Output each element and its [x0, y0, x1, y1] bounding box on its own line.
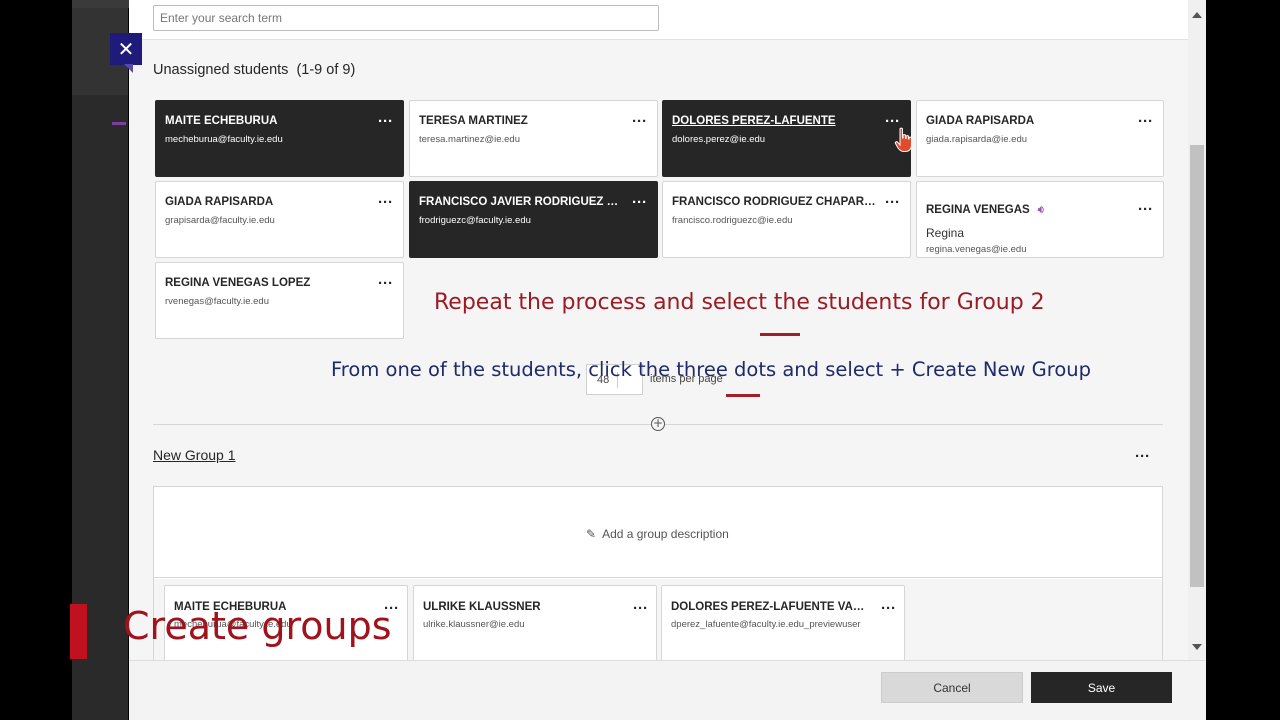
student-card[interactable]: REGINA VENEGAS LOPEZ rvenegas@faculty.ie… [155, 262, 404, 339]
vertical-scrollbar[interactable] [1188, 0, 1206, 660]
group-description-area: ✎ Add a group description [154, 487, 1162, 578]
more-dots-icon[interactable]: ··· [378, 276, 393, 291]
student-card[interactable]: MAITE ECHEBURUA mecheburua@faculty.ie.ed… [155, 100, 404, 177]
search-input[interactable] [153, 5, 659, 31]
more-dots-icon[interactable]: ··· [378, 114, 393, 129]
unassigned-count: (1-9 of 9) [296, 62, 356, 78]
instruction-caption-2: From one of the students, click the thre… [331, 358, 1092, 381]
student-name: REGINA VENEGAS LOPEZ [165, 277, 311, 289]
more-dots-icon[interactable]: ··· [885, 114, 900, 129]
save-button[interactable]: Save [1031, 672, 1172, 703]
student-card[interactable]: FRANCISCO JAVIER RODRÍGUEZ CHAPARRO frod… [409, 181, 658, 258]
pencil-icon: ✎ [586, 527, 597, 541]
scroll-up-arrow-icon[interactable] [1192, 12, 1202, 18]
student-card[interactable]: REGINA VENEGAS 🔉︎ Regina regina.venegas@i… [916, 181, 1164, 258]
student-card[interactable]: GIADA RAPISARDA giada.rapisarda@ie.edu ·… [916, 100, 1164, 177]
student-email: regina.venegas@ie.edu [926, 244, 1027, 255]
close-icon[interactable]: ✕ [110, 33, 142, 65]
student-email: rvenegas@faculty.ie.edu [165, 296, 269, 307]
group-title[interactable]: New Group 1 [153, 447, 235, 463]
student-name: REGINA VENEGAS [926, 204, 1030, 216]
student-email: dolores.perez@ie.edu [672, 134, 766, 145]
add-description-label: Add a group description [602, 527, 729, 541]
member-card[interactable]: DOLORES PEREZ-LAFUENTE VARELA-CID dperez… [661, 585, 905, 660]
member-name: ULRIKE KLAUSSNER [423, 601, 541, 613]
student-card[interactable]: DOLORES PEREZ-LAFUENTE dolores.perez@ie.… [662, 100, 911, 177]
panel-scroll-area: Unassigned students (1-9 of 9) MAITE ECH… [129, 0, 1188, 660]
student-email: francisco.rodriguezc@ie.edu [672, 215, 793, 226]
student-email: giada.rapisarda@ie.edu [926, 134, 1028, 145]
video-title-overlay: Create groups [123, 604, 392, 648]
student-email: grapisarda@faculty.ie.edu [165, 215, 275, 226]
member-name: DOLORES PEREZ-LAFUENTE VARELA-CID [671, 601, 871, 613]
plus-circle-icon[interactable]: + [651, 417, 665, 431]
student-name: GIADA RAPISARDA [926, 115, 1035, 127]
member-email: ulrike.klaussner@ie.edu [423, 619, 525, 630]
member-email: dperez_lafuente@faculty.ie.edu_previewus… [671, 619, 861, 630]
student-email: frodriguezc@faculty.ie.edu [419, 215, 531, 226]
scroll-thumb[interactable] [1190, 145, 1204, 587]
student-name: FRANCISCO JAVIER RODRÍGUEZ CHAPARRO [419, 196, 624, 208]
unassigned-heading: Unassigned students (1-9 of 9) [153, 62, 355, 78]
caption-underline [726, 394, 760, 397]
student-card[interactable]: TERESA MARTINEZ teresa.martinez@ie.edu ·… [409, 100, 658, 177]
student-display-name: Regina [926, 226, 965, 240]
more-dots-icon[interactable]: ··· [881, 601, 896, 616]
more-dots-icon[interactable]: ··· [1138, 114, 1153, 129]
search-area [129, 0, 1188, 40]
student-email: mecheburua@faculty.ie.edu [165, 134, 283, 145]
close-button-tail [124, 64, 133, 73]
student-name: DOLORES PEREZ-LAFUENTE [672, 115, 836, 127]
speaker-icon[interactable]: 🔉︎ [1038, 203, 1045, 217]
hand-pointer-icon [894, 127, 912, 152]
student-card[interactable]: GIADA RAPISARDA grapisarda@faculty.ie.ed… [155, 181, 404, 258]
student-email: teresa.martinez@ie.edu [419, 134, 520, 145]
student-name: FRANCISCO RODRIGUEZ CHAPARRO [672, 196, 877, 208]
more-dots-icon[interactable]: ··· [378, 195, 393, 210]
panel-footer: Cancel Save [129, 660, 1206, 720]
student-name: TERESA MARTINEZ [419, 115, 528, 127]
unassigned-title: Unassigned students [153, 62, 289, 78]
video-frame: Unassigned students (1-9 of 9) MAITE ECH… [0, 0, 1280, 720]
more-dots-icon[interactable]: ··· [633, 601, 648, 616]
student-card[interactable]: FRANCISCO RODRIGUEZ CHAPARRO francisco.r… [662, 181, 911, 258]
member-card[interactable]: ULRIKE KLAUSSNER ulrike.klaussner@ie.edu… [413, 585, 657, 660]
student-name: GIADA RAPISARDA [165, 196, 274, 208]
more-dots-icon[interactable]: ··· [632, 195, 647, 210]
instruction-caption-1: Repeat the process and select the studen… [434, 290, 1045, 315]
student-name: MAITE ECHEBURUA [165, 115, 278, 127]
more-dots-icon[interactable]: ··· [1135, 449, 1150, 464]
watermark-accent-bar [70, 604, 87, 659]
background-tab-indicator [112, 122, 126, 125]
add-description-link[interactable]: ✎ Add a group description [586, 527, 729, 541]
student-name-row: REGINA VENEGAS 🔉︎ [926, 203, 1131, 217]
caption-underline [760, 333, 800, 336]
cancel-button[interactable]: Cancel [881, 672, 1023, 703]
scroll-down-arrow-icon[interactable] [1192, 644, 1202, 650]
more-dots-icon[interactable]: ··· [1138, 202, 1153, 217]
more-dots-icon[interactable]: ··· [632, 114, 647, 129]
more-dots-icon[interactable]: ··· [885, 195, 900, 210]
